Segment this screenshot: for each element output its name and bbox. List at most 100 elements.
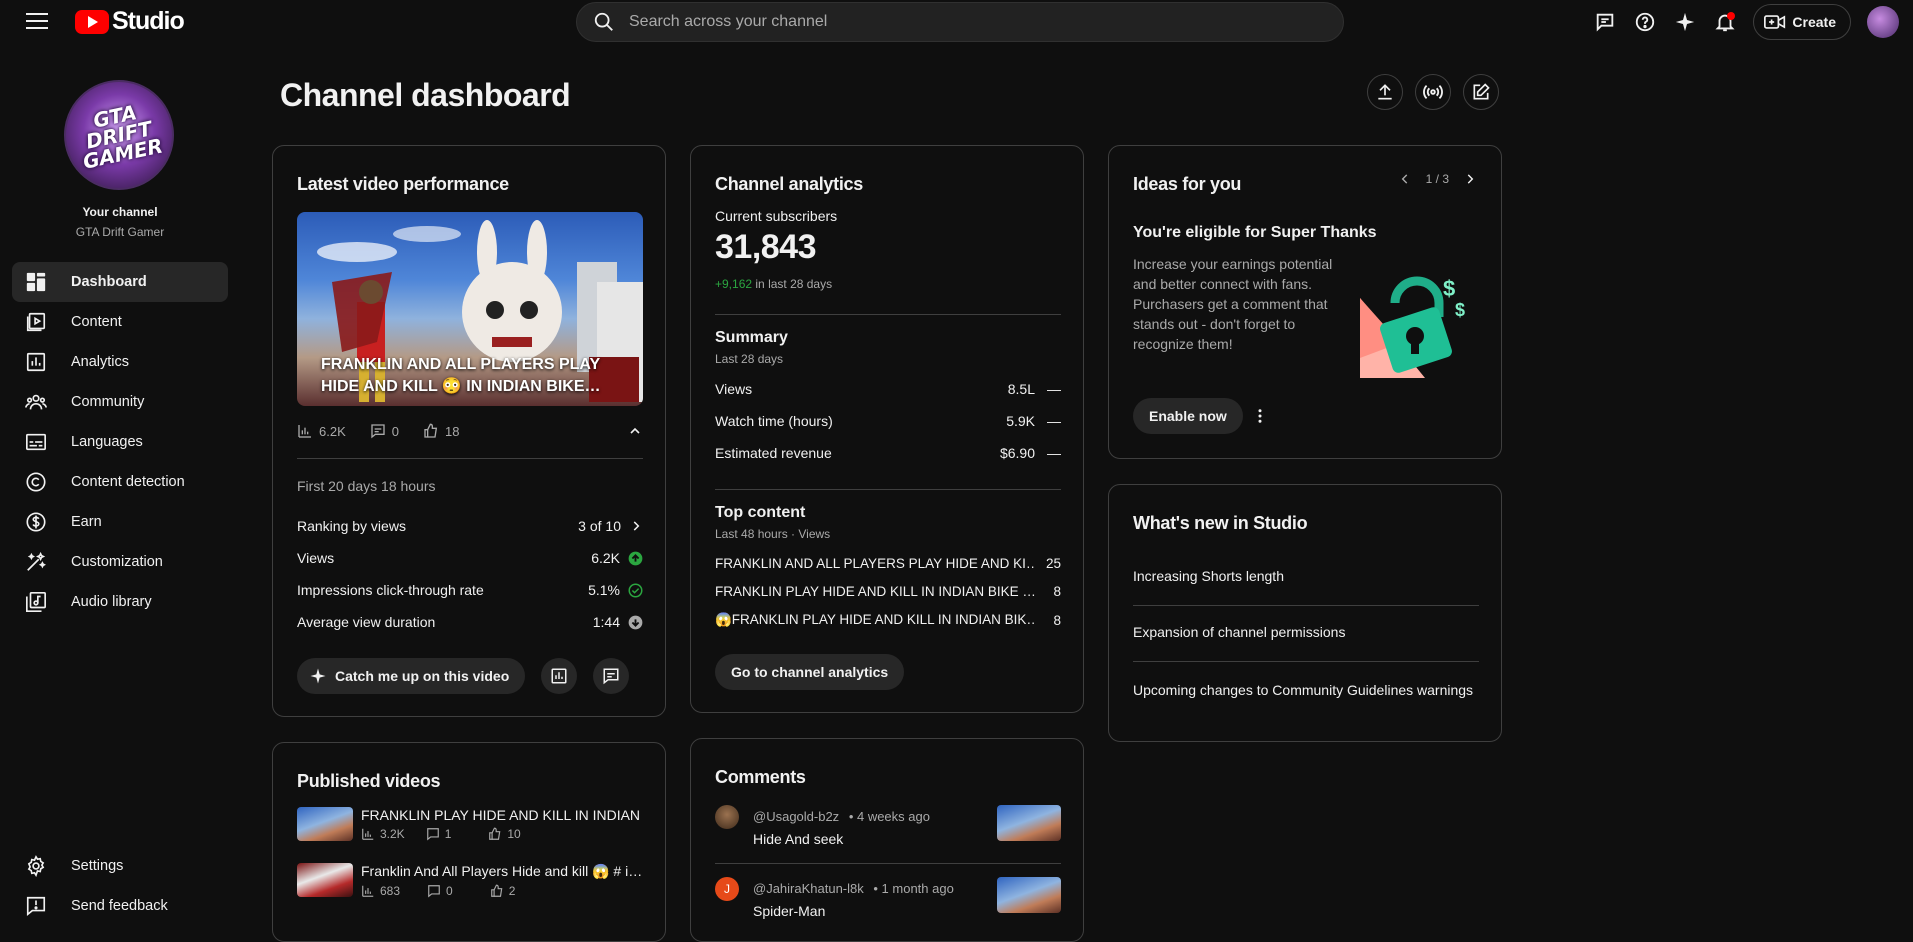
sidebar-item-languages[interactable]: Languages <box>12 422 228 462</box>
search-icon <box>594 12 613 31</box>
video-list-item[interactable]: FRANKLIN PLAY HIDE AND KILL IN INDIAN … … <box>297 807 643 841</box>
audio-library-icon <box>24 590 48 614</box>
subscribers-value: 31,843 <box>715 228 817 266</box>
divider <box>297 458 643 459</box>
channel-avatar[interactable]: GTA DRIFT GAMER <box>64 80 174 190</box>
sidebar-item-dashboard[interactable]: Dashboard <box>12 262 228 302</box>
summary-trend: — <box>1047 413 1061 429</box>
top-content-value: 25 <box>1045 556 1061 571</box>
comment-item[interactable]: @Usagold-b2z • 4 weeks ago Hide And seek <box>715 805 1061 865</box>
header-actions <box>1367 74 1499 110</box>
community-icon <box>24 390 48 414</box>
chevron-left-icon[interactable] <box>1398 172 1412 186</box>
analytics-icon <box>24 350 48 374</box>
views-count: 3.2K <box>380 827 405 841</box>
catch-me-up-button[interactable]: Catch me up on this video <box>297 658 526 694</box>
video-comments-button[interactable] <box>593 658 630 694</box>
metric-value: 1:44 <box>592 614 620 630</box>
upload-button[interactable] <box>1367 74 1403 110</box>
go-to-analytics-button[interactable]: Go to channel analytics <box>715 654 905 690</box>
sidebar-item-label: Audio library <box>71 594 152 610</box>
copyright-icon <box>24 470 48 494</box>
languages-icon <box>24 430 48 454</box>
video-analytics-button[interactable] <box>541 658 578 694</box>
sidebar-item-label: Languages <box>71 434 143 450</box>
sidebar-item-feedback[interactable]: Send feedback <box>12 886 228 926</box>
top-content-video: 😱FRANKLIN PLAY HIDE AND KILL IN INDIAN B… <box>715 612 1035 627</box>
summary-row: Watch time (hours) 5.9K — <box>715 413 1061 429</box>
card-title: What's new in Studio <box>1133 513 1308 533</box>
published-videos-card: Published videos FRANKLIN PLAY HIDE AND … <box>272 742 666 942</box>
sidebar-item-customization[interactable]: Customization <box>12 542 228 582</box>
sidebar-item-content-detection[interactable]: Content detection <box>12 462 228 502</box>
upload-icon <box>1378 84 1392 100</box>
sidebar-bottom: Settings Send feedback <box>12 846 228 926</box>
chevron-right-icon[interactable] <box>1463 172 1477 186</box>
summary-label: Estimated revenue <box>715 445 832 461</box>
create-post-button[interactable] <box>1463 74 1499 110</box>
latest-video-thumbnail[interactable]: FRANKLIN AND ALL PLAYERS PLAY HIDE AND K… <box>297 212 643 406</box>
sidebar-item-settings[interactable]: Settings <box>12 846 228 886</box>
metric-row: Average view duration 1:44 <box>297 614 643 630</box>
page-title: Channel dashboard <box>280 77 571 113</box>
top-content-row[interactable]: FRANKLIN PLAY HIDE AND KILL IN INDIAN BI… <box>715 584 1061 599</box>
gear-icon <box>24 854 48 878</box>
sidebar-item-label: Customization <box>71 554 163 570</box>
card-title: Channel analytics <box>715 174 863 194</box>
card-title: Comments <box>715 767 806 787</box>
metric-row: Views 6.2K <box>297 550 643 566</box>
metric-label: Impressions click-through rate <box>297 582 484 598</box>
svg-text:$: $ <box>1455 300 1465 320</box>
chevron-right-icon <box>633 521 640 531</box>
studio-logo[interactable]: Studio <box>75 7 185 36</box>
whats-new-item[interactable]: Upcoming changes to Community Guidelines… <box>1133 680 1479 700</box>
summary-title: Summary <box>715 329 788 346</box>
comment-item[interactable]: J @JahiraKhatun-l8k • 1 month ago Spider… <box>715 877 1061 937</box>
content-icon <box>24 310 48 334</box>
channel-name: GTA Drift Gamer <box>75 225 165 239</box>
create-button[interactable]: Create <box>1753 4 1851 40</box>
notifications-icon[interactable] <box>1705 4 1745 40</box>
summary-row: Estimated revenue $6.90 — <box>715 445 1061 461</box>
sidebar-item-content[interactable]: Content <box>12 302 228 342</box>
summary-value: 5.9K <box>1006 413 1035 429</box>
search-input[interactable] <box>629 13 1309 31</box>
arrow-down-circle-icon <box>628 615 643 629</box>
go-live-button[interactable] <box>1415 74 1451 110</box>
whats-new-item[interactable]: Increasing Shorts length <box>1133 568 1479 584</box>
video-list-item[interactable]: Franklin And All Players Hide and kill 😱… <box>297 863 643 898</box>
likes-count: 18 <box>444 423 460 439</box>
idea-heading: You're eligible for Super Thanks <box>1133 224 1377 241</box>
top-content-period: Last 48 hours · Views <box>715 527 831 541</box>
top-content-title: Top content <box>715 504 806 521</box>
divider <box>715 863 1061 864</box>
sparkle-icon[interactable] <box>1665 4 1705 40</box>
arrow-up-circle-icon <box>628 551 643 565</box>
metric-row[interactable]: Ranking by views 3 of 10 <box>297 518 643 534</box>
sidebar-item-analytics[interactable]: Analytics <box>12 342 228 382</box>
sidebar-item-audio-library[interactable]: Audio library <box>12 582 228 622</box>
metric-value: 5.1% <box>588 582 620 598</box>
top-content-row[interactable]: 😱FRANKLIN PLAY HIDE AND KILL IN INDIAN B… <box>715 612 1061 628</box>
feedback-icon <box>24 894 48 918</box>
sidebar-item-earn[interactable]: Earn <box>12 502 228 542</box>
divider <box>715 314 1061 315</box>
chevron-up-icon[interactable] <box>627 423 643 439</box>
whats-new-item[interactable]: Expansion of channel permissions <box>1133 624 1479 640</box>
help-icon[interactable] <box>1625 4 1665 40</box>
sidebar-item-label: Settings <box>71 858 124 874</box>
search-bar[interactable] <box>576 2 1344 42</box>
sidebar: GTA DRIFT GAMER Your channel GTA Drift G… <box>0 42 240 922</box>
enable-now-button[interactable]: Enable now <box>1133 398 1243 434</box>
latest-video-title: FRANKLIN AND ALL PLAYERS PLAY HIDE AND K… <box>321 356 601 395</box>
sidebar-item-community[interactable]: Community <box>12 382 228 422</box>
account-avatar[interactable] <box>1867 6 1899 38</box>
menu-icon[interactable] <box>26 13 48 29</box>
more-vert-icon[interactable] <box>1251 407 1269 425</box>
top-content-row[interactable]: FRANKLIN AND ALL PLAYERS PLAY HIDE AND K… <box>715 556 1061 571</box>
feedback-chat-icon[interactable] <box>1585 4 1625 40</box>
sidebar-item-label: Send feedback <box>71 898 168 914</box>
divider <box>715 489 1061 490</box>
summary-label: Watch time (hours) <box>715 413 833 429</box>
comments-icon <box>371 424 385 439</box>
